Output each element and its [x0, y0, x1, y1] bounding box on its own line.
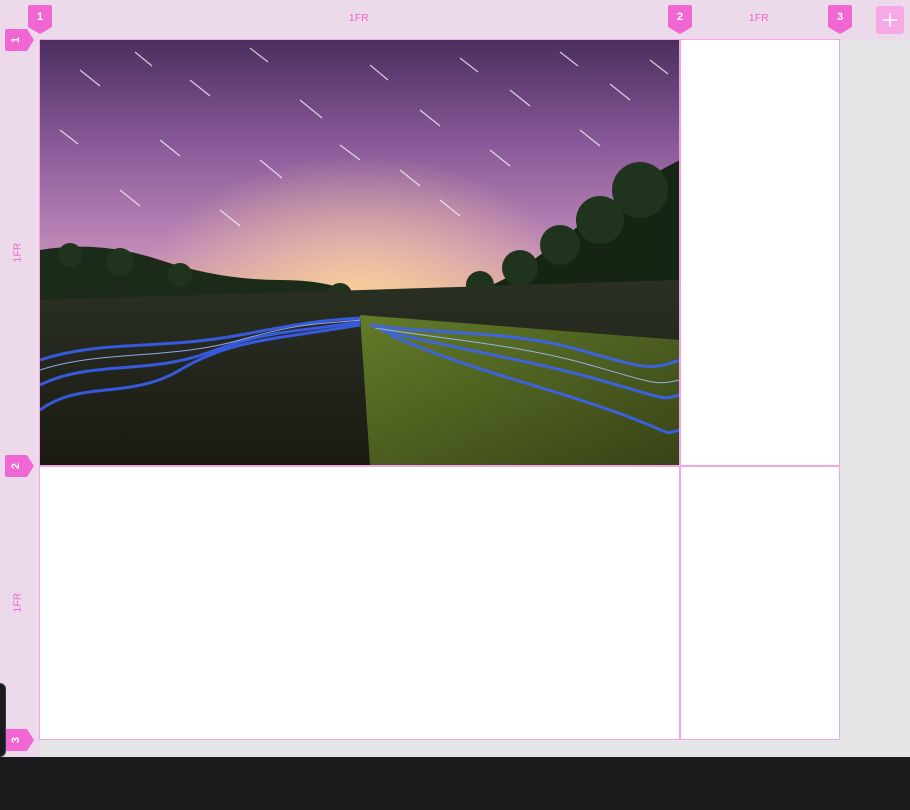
row-line-number: 3: [10, 736, 22, 744]
column-line-1[interactable]: [39, 40, 40, 740]
grid-cell-r1-c2[interactable]: [680, 40, 840, 465]
row-line-marker-3[interactable]: 3: [5, 729, 34, 751]
landscape-image: [40, 40, 680, 465]
row-line-marker-2[interactable]: 2: [5, 455, 34, 477]
column-track-size-1[interactable]: 1FR: [349, 13, 369, 24]
row-line-2[interactable]: [40, 465, 840, 467]
column-line-marker-1[interactable]: 1: [28, 5, 52, 34]
column-line-3[interactable]: [839, 40, 840, 740]
column-line-marker-2[interactable]: 2: [668, 5, 692, 34]
grid-item-photo[interactable]: [40, 40, 680, 465]
column-ruler: [0, 0, 910, 40]
row-ruler: [0, 40, 40, 757]
column-line-number: 3: [836, 11, 844, 23]
column-line-number: 1: [36, 11, 44, 23]
row-track-size-2[interactable]: 1FR: [12, 593, 23, 613]
row-line-3[interactable]: [40, 739, 840, 740]
column-line-2[interactable]: [679, 40, 681, 740]
row-line-number: 1: [10, 36, 22, 44]
column-track-size-2[interactable]: 1FR: [749, 13, 769, 24]
bottom-dark-bar: [0, 757, 910, 810]
row-line-1[interactable]: [40, 39, 840, 40]
plus-icon: [883, 13, 897, 27]
add-track-button[interactable]: [876, 6, 904, 34]
column-line-marker-3[interactable]: 3: [828, 5, 852, 34]
side-panel-handle[interactable]: [0, 683, 6, 757]
grid-cell-r2-c1[interactable]: [40, 466, 680, 740]
row-track-size-1[interactable]: 1FR: [12, 243, 23, 263]
row-line-marker-1[interactable]: 1: [5, 29, 34, 51]
grid-cell-r2-c2[interactable]: [681, 466, 840, 740]
column-line-number: 2: [676, 11, 684, 23]
row-line-number: 2: [10, 462, 22, 470]
